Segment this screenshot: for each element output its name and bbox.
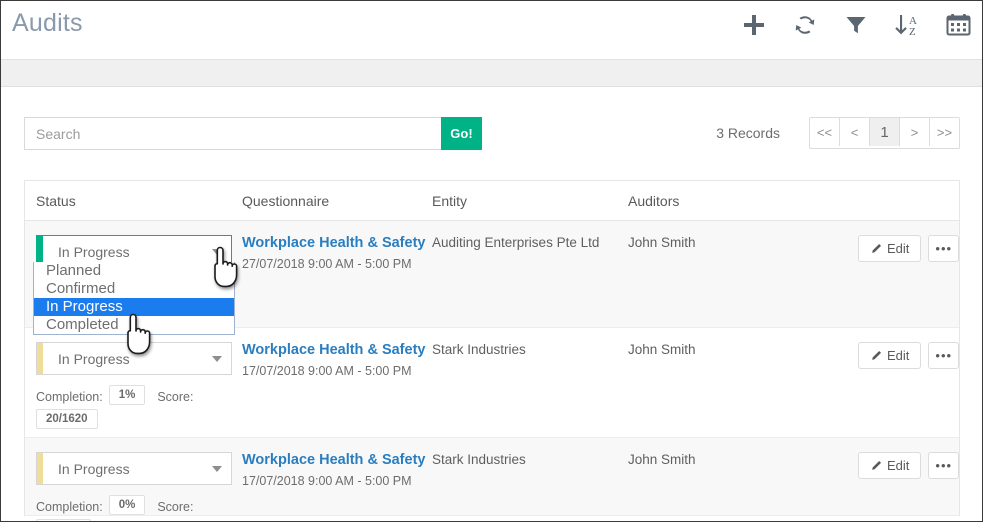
pagination-page-1[interactable]: 1 xyxy=(870,118,900,146)
pagination-last[interactable]: >> xyxy=(930,118,959,146)
row-actions-cell: Edit ••• xyxy=(858,221,960,327)
pencil-icon xyxy=(872,460,882,470)
completion-label: Completion: xyxy=(36,390,103,404)
header-toolbar: A Z xyxy=(738,5,974,45)
chevron-down-icon xyxy=(212,355,222,362)
column-header-auditors: Auditors xyxy=(628,192,680,209)
status-accent-bar xyxy=(37,453,43,484)
search-box: Go! xyxy=(24,117,482,150)
score-label: Score: xyxy=(157,390,194,404)
status-select-value: In Progress xyxy=(58,460,130,477)
sub-header-band xyxy=(1,60,982,87)
questionnaire-link[interactable]: Workplace Health & Safety xyxy=(242,235,432,251)
questionnaire-date: 17/07/2018 9:00 AM - 5:00 PM xyxy=(242,474,412,488)
column-header-questionnaire: Questionnaire xyxy=(242,192,330,209)
completion-label: Completion: xyxy=(36,500,103,514)
audits-table: Status Questionnaire Entity Auditors In … xyxy=(24,180,960,521)
row-entity: Auditing Enterprises Pte Ltd xyxy=(432,235,600,250)
edit-button[interactable]: Edit xyxy=(858,235,922,262)
pagination: << < 1 > >> xyxy=(809,117,960,149)
edit-button[interactable]: Edit xyxy=(858,342,922,369)
dropdown-option-planned[interactable]: Planned xyxy=(34,262,234,280)
score-value: 20/1620 xyxy=(36,409,98,429)
status-accent-bar xyxy=(37,343,43,374)
dropdown-option-completed[interactable]: Completed xyxy=(34,316,234,334)
pencil-icon xyxy=(872,350,882,360)
row-entity: Stark Industries xyxy=(432,452,526,467)
edit-button-label: Edit xyxy=(887,458,910,473)
svg-text:Z: Z xyxy=(909,26,916,38)
dropdown-option-in-progress[interactable]: In Progress xyxy=(34,298,234,316)
row-status-cell: In Progress Completion: 1% Score: 20/162… xyxy=(25,328,242,437)
dropdown-option-confirmed[interactable]: Confirmed xyxy=(34,280,234,298)
row-questionnaire-cell: Workplace Health & Safety 17/07/2018 9:0… xyxy=(242,328,432,437)
status-select-row2[interactable]: In Progress xyxy=(36,342,232,375)
column-header-entity: Entity xyxy=(432,192,468,209)
row-meta: Completion: 0% Score: 0/1620 xyxy=(36,495,222,521)
refresh-icon[interactable] xyxy=(789,5,821,45)
pencil-icon xyxy=(872,243,882,253)
row-entity: Stark Industries xyxy=(432,342,526,357)
status-select-row3[interactable]: In Progress xyxy=(36,452,232,485)
score-label: Score: xyxy=(157,500,194,514)
records-count: 3 Records xyxy=(716,125,780,141)
questionnaire-link[interactable]: Workplace Health & Safety xyxy=(242,342,432,358)
sort-az-icon[interactable]: A Z xyxy=(891,5,923,45)
completion-value: 1% xyxy=(108,385,146,405)
row-questionnaire-cell: Workplace Health & Safety 17/07/2018 9:0… xyxy=(242,438,432,515)
chevron-down-icon xyxy=(212,465,222,472)
calendar-icon[interactable] xyxy=(942,5,974,45)
chevron-down-icon xyxy=(212,248,222,255)
more-actions-button[interactable]: ••• xyxy=(928,235,960,262)
more-actions-button[interactable]: ••• xyxy=(928,342,960,369)
pagination-next[interactable]: > xyxy=(900,118,930,146)
questionnaire-date: 27/07/2018 9:00 AM - 5:00 PM xyxy=(242,257,412,271)
completion-value: 0% xyxy=(108,495,146,515)
status-select-value: In Progress xyxy=(58,243,130,260)
more-actions-button[interactable]: ••• xyxy=(928,452,960,479)
search-row: Go! 3 Records << < 1 > >> xyxy=(24,117,960,151)
filter-icon[interactable] xyxy=(840,5,872,45)
page-header: Audits A Z xyxy=(1,1,982,60)
pagination-prev[interactable]: < xyxy=(840,118,870,146)
row-auditors: John Smith xyxy=(628,342,696,357)
questionnaire-link[interactable]: Workplace Health & Safety xyxy=(242,452,432,468)
table-row: In Progress Completion: 0% Score: 0/1620… xyxy=(25,438,960,521)
add-icon[interactable] xyxy=(738,5,770,45)
row-actions-cell: Edit ••• xyxy=(858,328,960,437)
status-select-value: In Progress xyxy=(58,350,130,367)
table-header-row: Status Questionnaire Entity Auditors xyxy=(25,181,959,221)
audits-page: Audits A Z Search Go! 3 Records << < 1 >… xyxy=(0,0,983,522)
page-title: Audits xyxy=(12,9,83,37)
row-auditors: John Smith xyxy=(628,452,696,467)
row-questionnaire-cell: Workplace Health & Safety 27/07/2018 9:0… xyxy=(242,221,432,327)
row-status-cell: In Progress Completion: 0% Score: 0/1620 xyxy=(25,438,242,521)
table-row: In Progress Completion: 1% Score: 20/162… xyxy=(25,328,960,438)
questionnaire-date: 17/07/2018 9:00 AM - 5:00 PM xyxy=(242,364,412,378)
row-actions-cell: Edit ••• xyxy=(858,438,960,515)
status-dropdown-options: Planned Confirmed In Progress Completed xyxy=(33,262,235,335)
pagination-first[interactable]: << xyxy=(810,118,840,146)
search-go-button[interactable]: Go! xyxy=(441,117,482,150)
search-input[interactable] xyxy=(24,117,441,150)
column-header-status: Status xyxy=(36,192,76,209)
edit-button-label: Edit xyxy=(887,348,910,363)
edit-button[interactable]: Edit xyxy=(858,452,922,479)
row-auditors: John Smith xyxy=(628,235,696,250)
edit-button-label: Edit xyxy=(887,241,910,256)
row-meta: Completion: 1% Score: 20/1620 xyxy=(36,385,222,433)
